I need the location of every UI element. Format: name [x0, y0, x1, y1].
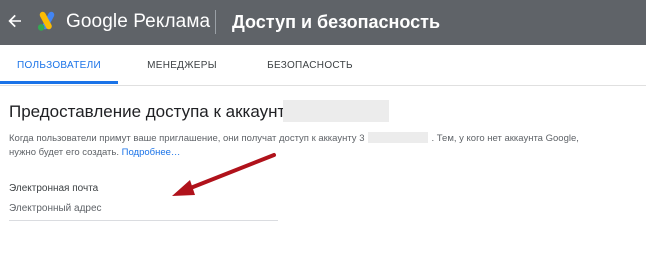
- active-tab-indicator: [0, 81, 118, 84]
- section-title: Предоставление доступа к аккаунту: [9, 102, 294, 121]
- redacted-account-name: [283, 100, 389, 122]
- arrow-back-icon: [8, 14, 21, 28]
- top-app-bar: Google Реклама Доступ и безопасность: [0, 0, 646, 45]
- desc-text-1-tail: 3: [359, 133, 365, 144]
- tab-bar: ПОЛЬЗОВАТЕЛИ МЕНЕДЖЕРЫ БЕЗОПАСНОСТЬ: [0, 45, 646, 86]
- header-divider: [215, 10, 216, 34]
- google-ads-logo: [37, 11, 55, 31]
- desc-text-2: . Тем, у кого нет аккаунта Google,: [431, 133, 579, 144]
- tab-security[interactable]: БЕЗОПАСНОСТЬ: [246, 45, 374, 85]
- back-button[interactable]: [4, 10, 26, 32]
- desc-text-1: Когда пользователи примут ваше приглашен…: [9, 133, 357, 144]
- desc-text-3: нужно будет его создать.: [9, 147, 119, 158]
- red-arrow-annotation: [172, 153, 276, 196]
- redacted-account-id: [367, 132, 428, 143]
- tab-managers[interactable]: МЕНЕДЖЕРЫ: [118, 45, 246, 85]
- email-label: Электронная почта: [9, 183, 99, 194]
- app-brand: Google Реклама: [66, 11, 211, 32]
- tab-users[interactable]: ПОЛЬЗОВАТЕЛИ: [0, 45, 118, 85]
- page-title: Доступ и безопасность: [232, 12, 441, 32]
- section-description: Когда пользователи примут ваше приглашен…: [9, 132, 639, 160]
